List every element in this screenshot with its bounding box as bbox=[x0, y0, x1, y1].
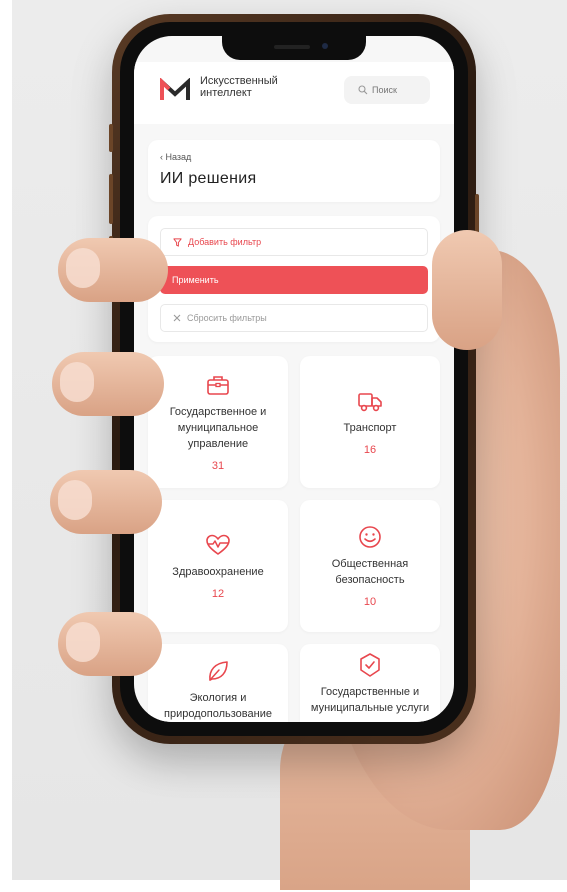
back-link[interactable]: ‹ Назад bbox=[160, 152, 191, 162]
shield-check-icon bbox=[360, 653, 380, 677]
finger-middle bbox=[52, 352, 164, 416]
finger-little bbox=[58, 612, 162, 676]
category-name: Здравоохранение bbox=[172, 566, 264, 578]
filter-icon bbox=[173, 237, 182, 247]
category-card-public-services[interactable]: Государственные и муниципальные услуги bbox=[300, 644, 440, 722]
briefcase-icon bbox=[207, 376, 229, 395]
category-name: Государственные и муниципальные услуги bbox=[310, 686, 430, 714]
category-name: Транспорт bbox=[343, 422, 397, 434]
logo-icon[interactable] bbox=[160, 78, 190, 102]
category-name: Государственное и муниципальное управлен… bbox=[169, 406, 267, 450]
category-name: Экология и природопользование bbox=[164, 692, 272, 720]
search-box[interactable] bbox=[344, 76, 430, 104]
add-filter-label: Добавить фильтр bbox=[188, 237, 262, 247]
fingernail bbox=[58, 480, 92, 520]
add-filter-button[interactable]: Добавить фильтр bbox=[160, 228, 428, 256]
fingernail bbox=[60, 362, 94, 402]
title-card: ‹ Назад ИИ решения bbox=[148, 140, 440, 202]
search-input[interactable] bbox=[372, 85, 426, 95]
app-header: Искусственный интеллект bbox=[134, 62, 454, 124]
heart-pulse-icon bbox=[206, 534, 230, 555]
category-card-government[interactable]: Государственное и муниципальное управлен… bbox=[148, 356, 288, 488]
apply-button[interactable]: Применить bbox=[160, 266, 428, 294]
leaf-icon bbox=[209, 661, 228, 681]
category-count: 31 bbox=[211, 460, 225, 472]
phone-notch bbox=[222, 36, 366, 60]
category-card-healthcare[interactable]: Здравоохранение 12 bbox=[148, 500, 288, 632]
search-icon bbox=[358, 85, 368, 95]
notch-speaker bbox=[274, 45, 310, 49]
finger-ring bbox=[50, 470, 162, 534]
category-card-transport[interactable]: Транспорт 16 bbox=[300, 356, 440, 488]
category-count: 16 bbox=[363, 444, 377, 456]
reset-filters-label: Сбросить фильтры bbox=[187, 313, 267, 323]
apply-label: Применить bbox=[172, 275, 219, 285]
fingernail bbox=[66, 248, 100, 288]
fingernail bbox=[66, 622, 100, 662]
category-card-ecology[interactable]: Экология и природопользование bbox=[148, 644, 288, 722]
brand-line-2: интеллект bbox=[200, 87, 252, 99]
notch-camera bbox=[322, 43, 328, 49]
smile-icon bbox=[359, 526, 381, 548]
category-name: Общественная безопасность bbox=[331, 558, 409, 586]
finger-index bbox=[58, 238, 168, 302]
category-card-public-safety[interactable]: Общественная безопасность 10 bbox=[300, 500, 440, 632]
category-count: 12 bbox=[211, 588, 225, 600]
truck-icon bbox=[358, 393, 382, 412]
phone-device: Искусственный интеллект ‹ Назад ИИ решен… bbox=[109, 14, 479, 744]
brand-line-1: Искусственный bbox=[200, 75, 278, 87]
thumb bbox=[432, 230, 502, 350]
reset-filters-button[interactable]: Сбросить фильтры bbox=[160, 304, 428, 332]
page-title: ИИ решения bbox=[160, 170, 257, 187]
phone-screen: Искусственный интеллект ‹ Назад ИИ решен… bbox=[134, 36, 454, 722]
close-icon bbox=[173, 314, 181, 322]
brand-name: Искусственный интеллект bbox=[200, 75, 320, 99]
filter-card: Добавить фильтр Применить Сбросить фильт… bbox=[148, 216, 440, 342]
phone-volume-up bbox=[109, 174, 113, 224]
phone-mute-switch bbox=[109, 124, 113, 152]
back-label: Назад bbox=[165, 152, 192, 162]
category-count: 10 bbox=[363, 596, 377, 608]
